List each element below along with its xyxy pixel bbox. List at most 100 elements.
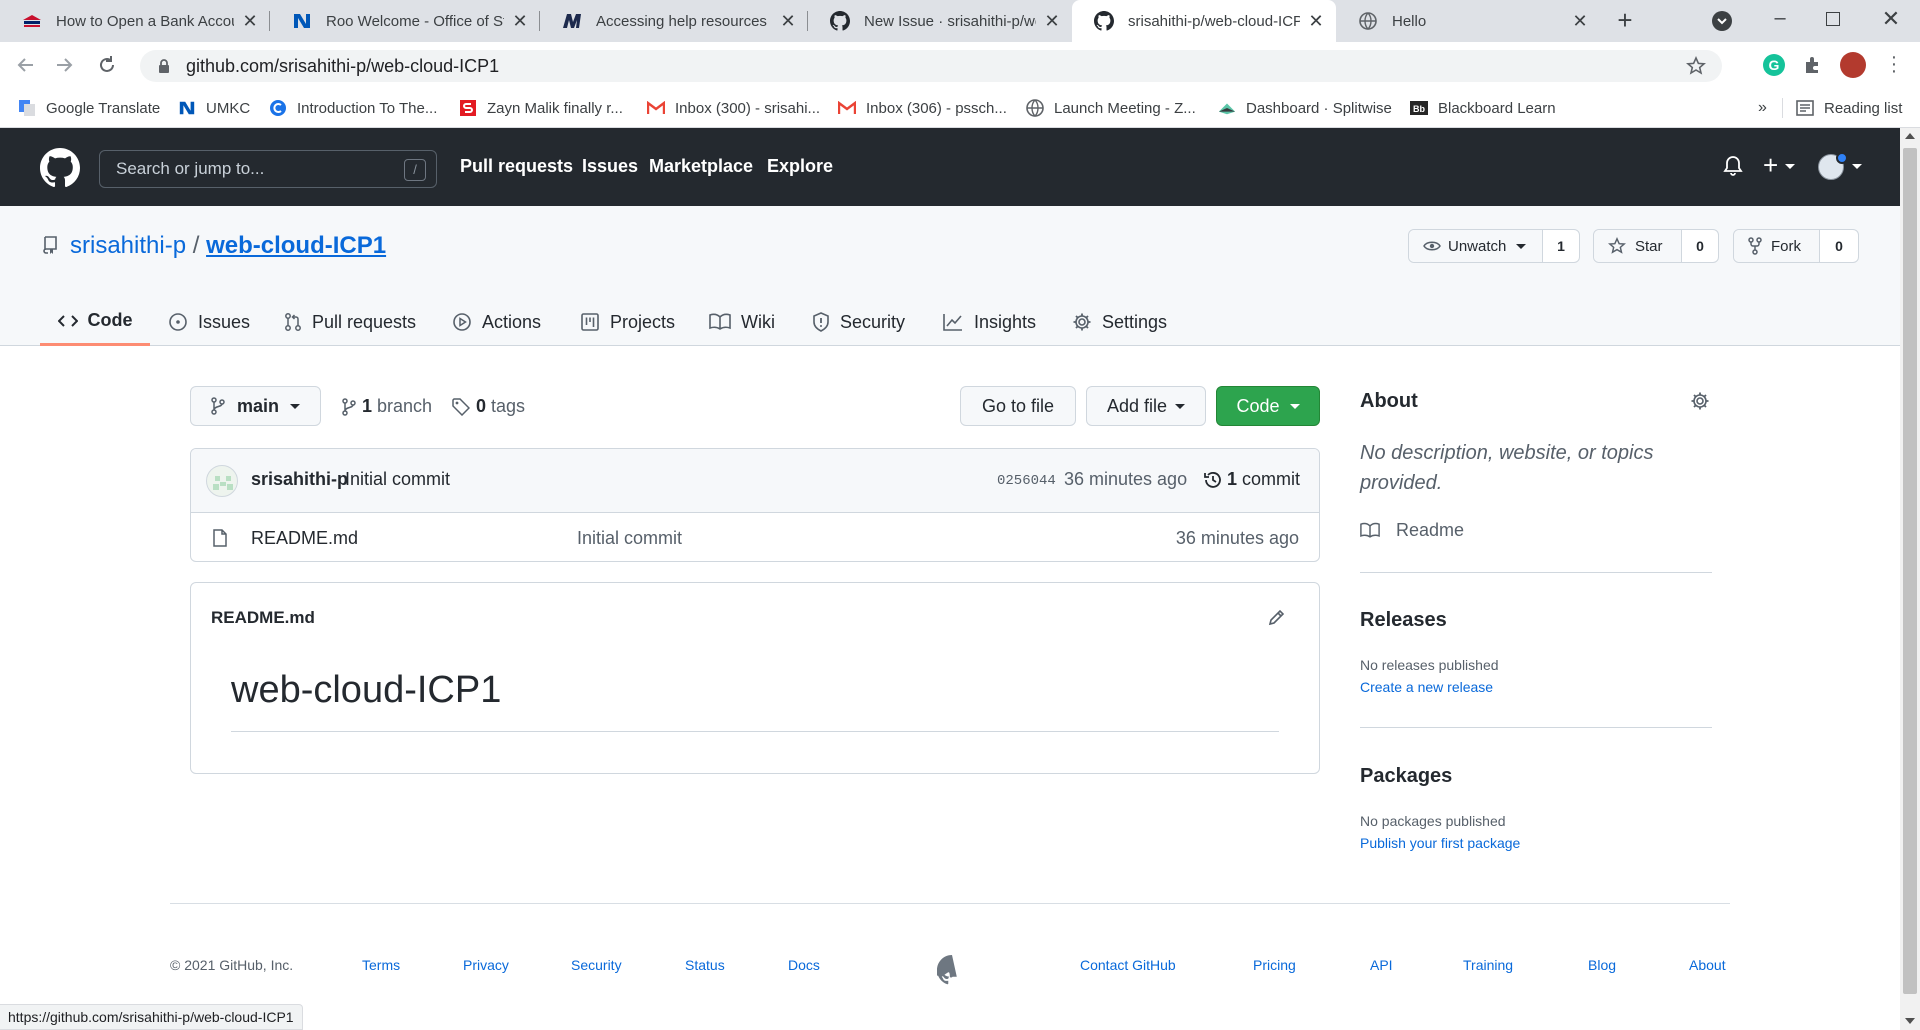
footer-link-training[interactable]: Training	[1463, 957, 1513, 973]
fork-count[interactable]: 0	[1820, 230, 1858, 262]
bookmark-item[interactable]: Inbox (306) - pssch...	[838, 88, 1007, 128]
address-bar[interactable]: github.com/srisahithi-p/web-cloud-ICP1	[140, 50, 1722, 82]
bookmark-star-icon[interactable]	[1686, 56, 1706, 76]
packages-heading[interactable]: Packages	[1360, 765, 1452, 788]
more-bookmarks-button[interactable]: »	[1758, 88, 1767, 128]
search-input[interactable]: Search or jump to... /	[99, 150, 437, 188]
github-logo-icon[interactable]	[40, 148, 80, 188]
nav-marketplace[interactable]: Marketplace	[649, 156, 753, 177]
branch-select-button[interactable]: main	[190, 386, 321, 426]
close-icon[interactable]: ✕	[510, 11, 530, 31]
file-commit-message[interactable]: Initial commit	[577, 528, 682, 549]
close-window-icon[interactable]: ✕	[1880, 6, 1902, 31]
browser-tab[interactable]: New Issue · srisahithi-p/we ✕	[808, 0, 1072, 42]
commit-author[interactable]: srisahithi-p	[251, 469, 348, 490]
tab-actions[interactable]: Actions	[452, 298, 541, 346]
commit-history-link[interactable]: 1 commit	[1203, 469, 1300, 490]
bookmark-item[interactable]: Zayn Malik finally r...	[459, 88, 623, 128]
bookmark-item[interactable]: UMKC	[178, 88, 250, 128]
browser-tab[interactable]: Accessing help resources | ✕	[540, 0, 808, 42]
extensions-icon[interactable]	[1802, 54, 1824, 76]
footer-link-privacy[interactable]: Privacy	[463, 957, 509, 973]
tab-issues[interactable]: Issues	[168, 298, 250, 346]
tab-security[interactable]: Security	[812, 298, 905, 346]
browser-menu-icon[interactable]: · · ·	[1890, 47, 1898, 81]
tab-pull-requests[interactable]: Pull requests	[284, 298, 416, 346]
profile-avatar[interactable]	[1840, 52, 1866, 78]
nav-explore[interactable]: Explore	[767, 156, 833, 177]
lock-icon[interactable]	[158, 58, 170, 74]
browser-tab[interactable]: Roo Welcome - Office of St ✕	[270, 0, 540, 42]
scroll-up-arrow-icon[interactable]	[1905, 133, 1915, 139]
tab-projects[interactable]: Projects	[580, 298, 675, 346]
commit-message[interactable]: Initial commit	[345, 469, 450, 490]
browser-tab-active[interactable]: srisahithi-p/web-cloud-ICP ✕	[1072, 0, 1336, 42]
restore-icon[interactable]	[1826, 12, 1840, 26]
bookmark-item[interactable]: Google Translate	[18, 88, 160, 128]
reading-list-button[interactable]: Reading list	[1796, 88, 1902, 128]
minimize-icon[interactable]: –	[1770, 8, 1790, 30]
go-to-file-button[interactable]: Go to file	[960, 386, 1076, 426]
edit-pencil-icon[interactable]	[1267, 607, 1287, 627]
page-scrollbar-thumb[interactable]	[1903, 148, 1917, 994]
tab-insights[interactable]: Insights	[942, 298, 1036, 346]
star-button[interactable]: Star	[1594, 230, 1682, 262]
readme-link[interactable]: Readme	[1360, 520, 1464, 541]
repo-owner-link[interactable]: srisahithi-p	[70, 232, 186, 259]
file-name-link[interactable]: README.md	[251, 528, 358, 549]
watch-count[interactable]: 1	[1543, 230, 1579, 262]
bookmark-item[interactable]: Launch Meeting - Z...	[1026, 88, 1196, 128]
new-tab-button[interactable]: +	[1610, 6, 1640, 36]
close-icon[interactable]: ✕	[1306, 11, 1326, 31]
unwatch-button[interactable]: Unwatch	[1409, 230, 1543, 262]
tab-wiki[interactable]: Wiki	[709, 298, 775, 346]
close-icon[interactable]: ✕	[1570, 11, 1590, 31]
tab-code[interactable]: Code	[40, 298, 150, 346]
commit-sha[interactable]: 0256044	[997, 473, 1056, 489]
bookmark-item[interactable]: Bb Blackboard Learn	[1410, 88, 1556, 128]
repo-name-link[interactable]: web-cloud-ICP1	[206, 232, 386, 259]
branches-link[interactable]: 1 branch	[342, 396, 432, 417]
notifications-bell-icon[interactable]	[1723, 155, 1745, 179]
fork-button[interactable]: Fork	[1734, 230, 1820, 262]
close-icon[interactable]: ✕	[1042, 11, 1062, 31]
about-settings-gear-icon[interactable]	[1690, 391, 1710, 411]
add-file-button[interactable]: Add file	[1086, 386, 1206, 426]
releases-heading[interactable]: Releases	[1360, 609, 1447, 632]
bookmark-item[interactable]: Introduction To The...	[269, 88, 437, 128]
browser-tab[interactable]: How to Open a Bank Accou ✕	[0, 0, 270, 42]
tab-search-icon[interactable]	[1712, 11, 1732, 31]
footer-link-security[interactable]: Security	[571, 957, 622, 973]
browser-tab[interactable]: Hello ✕	[1336, 0, 1600, 42]
commit-author-avatar[interactable]	[206, 465, 238, 497]
tags-link[interactable]: 0 tags	[452, 396, 525, 417]
close-icon[interactable]: ✕	[240, 11, 260, 31]
bookmark-item[interactable]: Inbox (300) - srisahi...	[647, 88, 820, 128]
back-icon[interactable]	[14, 54, 40, 76]
reload-icon[interactable]	[96, 54, 122, 76]
nav-issues[interactable]: Issues	[582, 156, 638, 177]
file-row[interactable]: README.md Initial commit 36 minutes ago	[191, 513, 1319, 561]
footer-link-pricing[interactable]: Pricing	[1253, 957, 1296, 973]
footer-link-contact[interactable]: Contact GitHub	[1080, 957, 1176, 973]
footer-link-terms[interactable]: Terms	[362, 957, 400, 973]
footer-link-blog[interactable]: Blog	[1588, 957, 1616, 973]
create-release-link[interactable]: Create a new release	[1360, 679, 1493, 695]
close-icon[interactable]: ✕	[778, 11, 798, 31]
tab-settings[interactable]: Settings	[1072, 298, 1167, 346]
grammarly-icon[interactable]: G	[1763, 54, 1785, 76]
code-download-button[interactable]: Code	[1216, 386, 1320, 426]
footer-github-logo-icon[interactable]	[937, 955, 967, 985]
footer-link-status[interactable]: Status	[685, 957, 725, 973]
nav-pull-requests[interactable]: Pull requests	[460, 156, 573, 177]
forward-icon[interactable]	[54, 54, 80, 76]
footer-link-about[interactable]: About	[1689, 957, 1726, 973]
bookmark-item[interactable]: Dashboard · Splitwise	[1218, 88, 1392, 128]
publish-package-link[interactable]: Publish your first package	[1360, 835, 1520, 851]
footer-link-api[interactable]: API	[1370, 957, 1393, 973]
star-count[interactable]: 0	[1682, 230, 1718, 262]
footer-link-docs[interactable]: Docs	[788, 957, 820, 973]
scroll-down-arrow-icon[interactable]	[1905, 1018, 1915, 1024]
readme-filename[interactable]: README.md	[211, 608, 315, 628]
create-new-dropdown[interactable]: +	[1763, 152, 1799, 180]
